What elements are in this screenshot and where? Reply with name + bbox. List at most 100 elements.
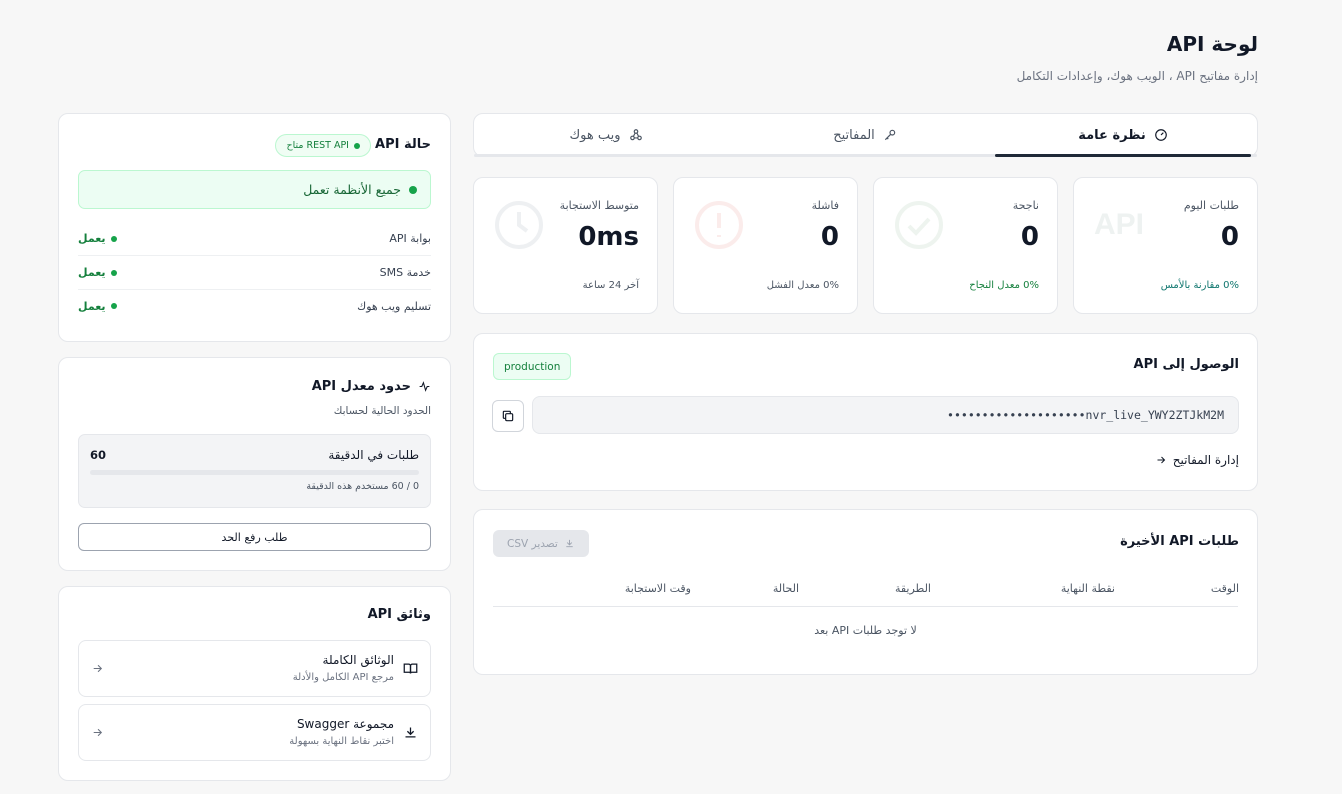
stat-footer: 0% معدل النجاح (969, 280, 1039, 291)
doc-item-title: مجموعة Swagger (296, 717, 394, 731)
column-header-endpoint: نقطة النهاية (1060, 582, 1115, 595)
arrow-right-icon (93, 664, 103, 673)
api-access-title: الوصول إلى API (1133, 357, 1239, 372)
page-subtitle: إدارة مفاتيح API ، الويب هوك، وإعدادات ا… (1016, 69, 1258, 83)
rate-title: حدود معدل API (311, 379, 411, 394)
docs-item-swagger[interactable]: مجموعة Swagger اختبر نقاط النهاية بسهولة (78, 704, 431, 761)
service-state: يعمل (78, 232, 117, 245)
stat-label: متوسط الاستجابة (559, 199, 639, 212)
manage-keys-link[interactable]: إدارة المفاتيح (1155, 453, 1239, 467)
usage-progress-track (90, 470, 419, 475)
alert-circle-icon (695, 201, 743, 249)
service-name: تسليم ويب هوك (357, 299, 431, 313)
stat-card-success: ناجحة 0 0% معدل النجاح (873, 177, 1058, 314)
tab-underline-active (995, 154, 1251, 157)
service-name: خدمة SMS (379, 266, 431, 279)
stat-card-failed: فاشلة 0 0% معدل الفشل (673, 177, 858, 314)
manage-keys-label: إدارة المفاتيح (1172, 453, 1239, 467)
doc-item-subtitle: مرجع API الكامل والأدلة (292, 672, 394, 683)
service-state-label: يعمل (78, 266, 106, 279)
stat-card-requests-today: API طلبات اليوم 0 0% مقارنة بالأمس (1073, 177, 1258, 314)
arrow-right-icon (93, 728, 103, 737)
copy-icon (502, 410, 514, 422)
doc-item-subtitle: اختبر نقاط النهاية بسهولة (289, 736, 394, 747)
column-header-method: الطريقة (894, 582, 931, 595)
usage-text: 0 / 60 مستخدم هذه الدقيقة (306, 481, 419, 492)
status-dot (110, 269, 117, 276)
tab-bar: نظرة عامة المفاتيح ويب هوك (473, 113, 1258, 157)
stat-card-avg-response: متوسط الاستجابة 0ms آخر 24 ساعة (473, 177, 658, 314)
gauge-icon (1154, 129, 1167, 141)
rate-title-row: حدود معدل API (312, 379, 431, 394)
svg-text:API: API (1094, 208, 1144, 241)
export-csv-label: تصدير CSV (507, 537, 558, 550)
stat-label: فاشلة (811, 199, 839, 212)
service-row: خدمة SMS يعمل (78, 256, 431, 290)
stat-value: 0 (1020, 222, 1039, 252)
status-title: حالة API (375, 137, 431, 152)
activity-icon (419, 381, 430, 392)
env-badge: production (493, 353, 572, 380)
banner-label: جميع الأنظمة تعمل (303, 182, 401, 197)
clock-icon (495, 201, 543, 249)
api-access-card: الوصول إلى API production ••••••••••••••… (473, 333, 1258, 491)
export-csv-button[interactable]: تصدير CSV (493, 530, 589, 557)
docs-title: وثائق API (367, 607, 431, 622)
request-limit-increase-button[interactable]: طلب رفع الحد (78, 523, 431, 551)
all-systems-banner: جميع الأنظمة تعمل (78, 170, 431, 209)
stat-footer: 0% معدل الفشل (766, 280, 839, 291)
api-key-field[interactable]: ••••••••••••••••••••nvr_live_YWY2ZTJkM2M (532, 396, 1239, 434)
tab-label: المفاتيح (833, 127, 875, 143)
page-title: لوحة API (1166, 32, 1258, 56)
docs-item-full[interactable]: الوثائق الكاملة مرجع API الكامل والأدلة (78, 640, 431, 697)
column-header-response-time: وقت الاستجابة (624, 582, 691, 595)
recent-title: طلبات API الأخيرة (1120, 534, 1239, 549)
download-icon (405, 727, 416, 738)
stat-value: 0 (1220, 222, 1239, 252)
recent-requests-card: طلبات API الأخيرة تصدير CSV الوقت نقطة ا… (473, 509, 1258, 675)
stat-value: 0 (820, 222, 839, 252)
check-circle-icon (895, 201, 943, 249)
column-header-time: الوقت (1210, 582, 1239, 595)
stat-label: ناجحة (1012, 199, 1039, 212)
tab-label: نظرة عامة (1078, 127, 1146, 143)
stat-footer: 0% مقارنة بالأمس (1160, 280, 1239, 291)
status-badge: REST API متاح (275, 134, 371, 157)
service-name: بوابة API (389, 232, 431, 245)
service-state-label: يعمل (78, 232, 106, 245)
copy-button[interactable] (492, 400, 524, 432)
status-dot (354, 142, 360, 149)
status-dot (409, 185, 417, 194)
rate-limits-card: حدود معدل API الحدود الحالية لحسابك طلبا… (58, 357, 451, 571)
service-state: يعمل (78, 266, 117, 279)
status-dot (110, 235, 117, 242)
arrow-right-icon (1157, 456, 1165, 464)
stat-footer: آخر 24 ساعة (582, 280, 639, 291)
service-row: بوابة API يعمل (78, 222, 431, 256)
per-minute-label: طلبات في الدقيقة (328, 448, 419, 462)
webhook-icon (629, 129, 642, 141)
service-state-label: يعمل (78, 299, 106, 313)
empty-state: لا توجد طلبات API بعد (814, 624, 917, 637)
stat-label: طلبات اليوم (1183, 199, 1239, 212)
service-row: تسليم ويب هوك يعمل (78, 289, 431, 323)
rate-usage-box: طلبات في الدقيقة 60 0 / 60 مستخدم هذه ال… (78, 434, 431, 508)
book-icon (403, 663, 418, 674)
download-icon (566, 539, 573, 548)
status-dot (110, 303, 117, 309)
tab-keys[interactable]: المفاتيح (735, 114, 995, 156)
tab-webhook[interactable]: ويب هوك (477, 114, 735, 156)
service-state: يعمل (78, 300, 117, 313)
table-divider (493, 606, 1238, 607)
tab-overview[interactable]: نظرة عامة (995, 114, 1251, 156)
api-status-card: حالة API REST API متاح جميع الأنظمة تعمل… (58, 113, 451, 342)
doc-item-title: الوثائق الكاملة (322, 653, 394, 667)
tab-label: ويب هوك (569, 127, 621, 143)
api-icon: API (1094, 208, 1144, 241)
api-docs-card: وثائق API الوثائق الكاملة مرجع API الكام… (58, 586, 451, 781)
status-badge-label: REST API متاح (286, 140, 349, 151)
stat-value: 0ms (578, 222, 639, 252)
rate-subtitle: الحدود الحالية لحسابك (333, 405, 431, 417)
key-icon (884, 129, 896, 141)
column-header-status: الحالة (772, 582, 799, 595)
